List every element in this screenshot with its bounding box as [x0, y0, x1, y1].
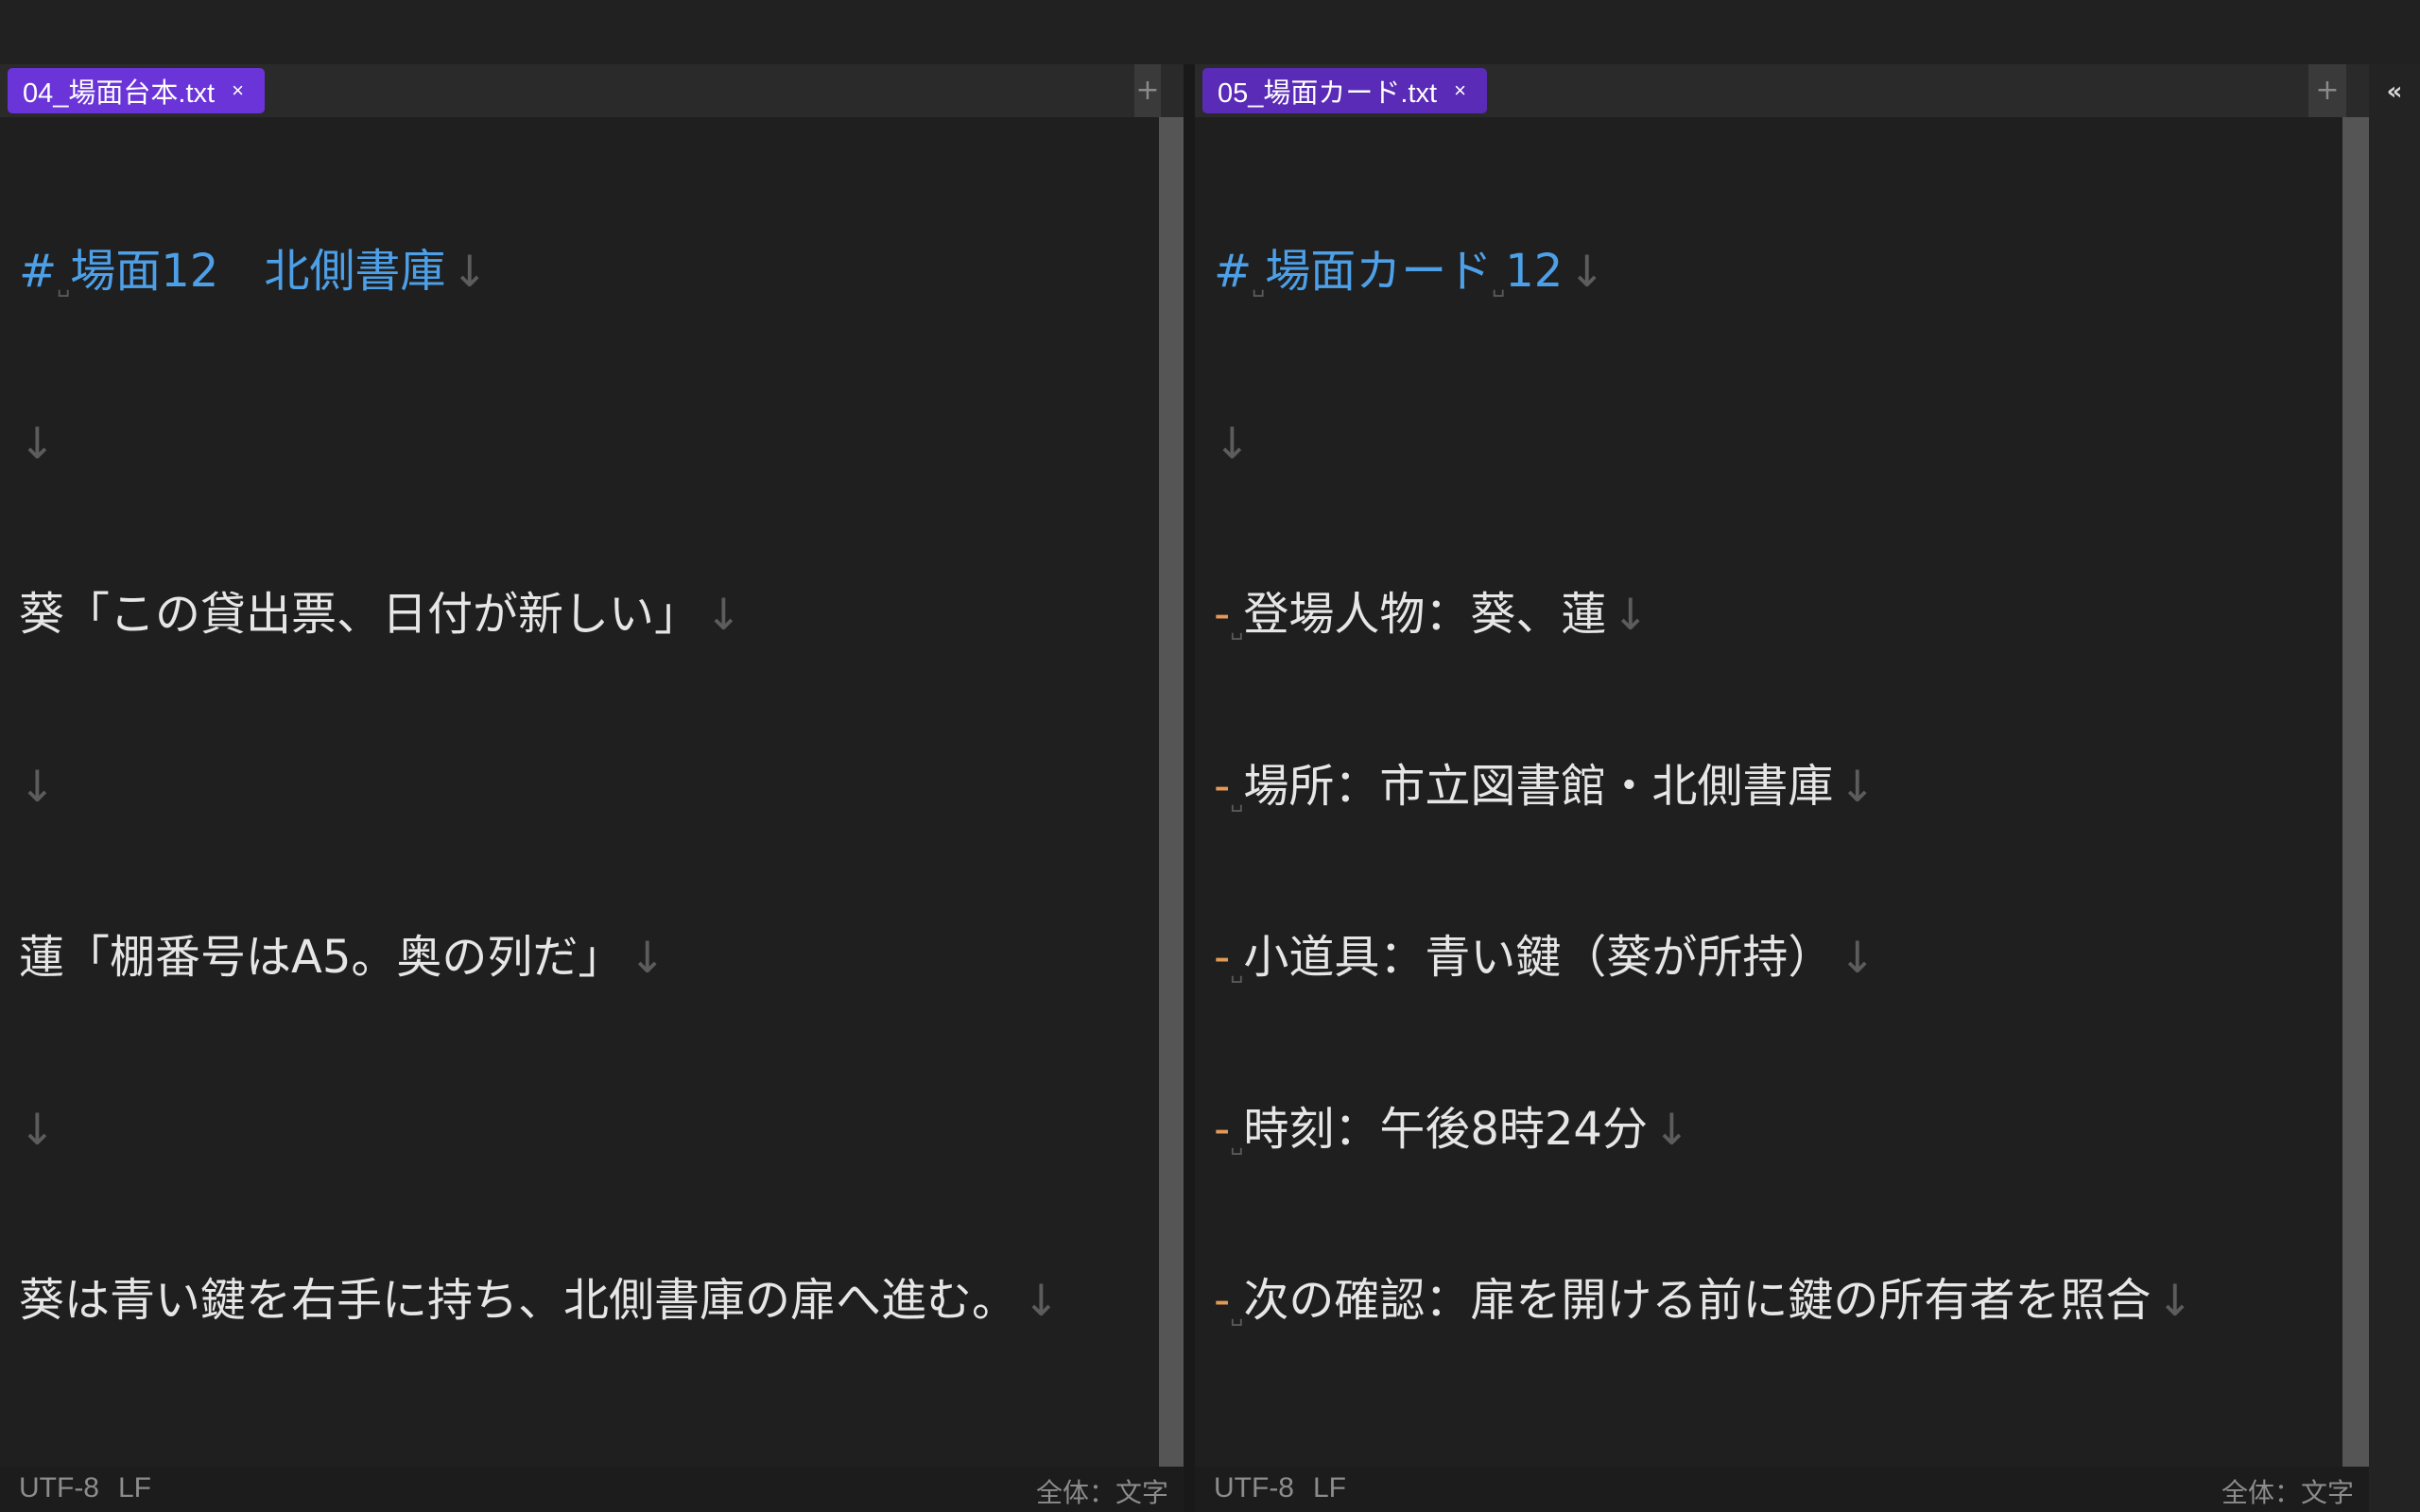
right-side-rail: [2369, 64, 2420, 1512]
space-marker-icon: ␣: [1252, 274, 1266, 298]
status-bar-left: UTF-8 LF 全体：文字: [0, 1467, 1184, 1512]
space-marker-icon: ␣: [1230, 788, 1244, 813]
space-marker-icon: ␣: [1230, 960, 1244, 984]
editor-line: ↓: [1214, 415, 2331, 472]
tab-bar-right: 05_場面カード.txt × +: [1195, 64, 2369, 117]
newline-mark-icon: ↓: [705, 589, 742, 640]
line-text: 蓮「棚番号はA5。奥の列だ」: [19, 931, 624, 984]
newline-mark-icon: ↓: [19, 1103, 56, 1155]
editor-line: #␣場面カード␣12 ↓: [1214, 243, 2331, 301]
bullet-dash: -: [1214, 1274, 1231, 1327]
heading-text: 場面12: [70, 245, 219, 298]
space-marker-icon: ␣: [57, 274, 71, 298]
add-tab-button[interactable]: +: [2308, 64, 2346, 117]
editor-line: -␣小道具：青い鍵（葵が所持） ↓: [1214, 929, 2331, 987]
text-editor-left[interactable]: #␣場面12 北側書庫 ↓ ↓ 葵「この貸出票、日付が新しい」 ↓ ↓ 蓮「棚番号はA…: [19, 117, 1146, 1478]
space-marker-icon: ␣: [1230, 1303, 1244, 1327]
line-text: 葵「この貸出票、日付が新しい」: [19, 588, 700, 641]
editor-line: 蓮「棚番号はA5。奥の列だ」 ↓: [19, 929, 1146, 987]
window-top-bar: [0, 0, 2420, 64]
close-icon[interactable]: ×: [1454, 78, 1466, 103]
markdown-hash: #: [19, 245, 58, 298]
editor-pane-right: 05_場面カード.txt × + #␣場面カード␣12 ↓ ↓ -␣登場人物：葵、…: [1195, 64, 2369, 1512]
vertical-scrollbar-left[interactable]: [1159, 117, 1184, 1467]
editor-line: -␣時刻：午後8時24分 ↓: [1214, 1101, 2331, 1159]
editor-line: -␣次の確認：扉を開ける前に鍵の所有者を照合 ↓: [1214, 1272, 2331, 1330]
heading-text: 12: [1505, 245, 1564, 298]
editor-line: -␣登場人物：葵、蓮 ↓: [1214, 586, 2331, 644]
newline-mark-icon: ↓: [1214, 417, 1251, 469]
bullet-text: 小道具：青い鍵（葵が所持）: [1243, 931, 1834, 984]
bullet-text: 登場人物：葵、蓮: [1243, 588, 1607, 641]
newline-mark-icon: ↓: [19, 417, 56, 469]
newline-mark-icon: ↓: [451, 246, 488, 297]
tab-05-scene-card[interactable]: 05_場面カード.txt ×: [1202, 68, 1487, 113]
newline-mark-icon: ↓: [1839, 932, 1876, 983]
character-count[interactable]: 全体：文字: [2221, 1472, 2354, 1510]
heading-text: 北側書庫: [264, 245, 446, 298]
editor-line: ↓: [19, 415, 1146, 472]
tab-label: 05_場面カード.txt: [1218, 78, 1438, 109]
vertical-scrollbar-right[interactable]: [2342, 117, 2369, 1467]
bullet-dash: -: [1214, 931, 1231, 984]
collapse-panel-icon[interactable]: «: [2378, 76, 2411, 108]
editor-line: 葵「この貸出票、日付が新しい」 ↓: [19, 586, 1146, 644]
markdown-hash: #: [1214, 245, 1253, 298]
line-ending-indicator[interactable]: LF: [1313, 1472, 1346, 1503]
bullet-dash: -: [1214, 759, 1231, 813]
newline-mark-icon: ↓: [1612, 589, 1649, 640]
space-marker-icon: ␣: [1492, 274, 1506, 298]
heading-text: 場面カード: [1265, 245, 1493, 298]
encoding-indicator[interactable]: UTF-8: [1214, 1472, 1294, 1503]
status-bar-right: UTF-8 LF 全体：文字: [1195, 1467, 2369, 1512]
bullet-text: 時刻：午後8時24分: [1243, 1102, 1648, 1156]
newline-mark-icon: ↓: [2156, 1275, 2193, 1326]
pane-splitter[interactable]: [1184, 64, 1195, 1512]
newline-mark-icon: ↓: [1839, 760, 1876, 812]
bullet-text: 次の確認：扉を開ける前に鍵の所有者を照合: [1243, 1274, 2152, 1327]
bullet-dash: -: [1214, 588, 1231, 641]
tab-bar-left: 04_場面台本.txt × +: [0, 64, 1184, 117]
editor-line: 葵は青い鍵を右手に持ち、北側書庫の扉へ進む。 ↓: [19, 1272, 1146, 1330]
bullet-text: 場所：市立図書館・北側書庫: [1243, 759, 1834, 813]
line-ending-indicator[interactable]: LF: [118, 1472, 151, 1503]
add-tab-button[interactable]: +: [1134, 64, 1161, 117]
newline-mark-icon: ↓: [19, 760, 56, 812]
text-editor-right[interactable]: #␣場面カード␣12 ↓ ↓ -␣登場人物：葵、蓮 ↓ -␣場所：市立図書館・北側書…: [1214, 117, 2331, 1478]
editor-line: ↓: [19, 758, 1146, 816]
editor-line: -␣場所：市立図書館・北側書庫 ↓: [1214, 758, 2331, 816]
editor-line: ↓: [19, 1101, 1146, 1159]
space-marker-icon: ␣: [1230, 617, 1244, 641]
newline-mark-icon: ↓: [629, 932, 666, 983]
encoding-indicator[interactable]: UTF-8: [19, 1472, 99, 1503]
close-icon[interactable]: ×: [232, 78, 244, 103]
newline-mark-icon: ↓: [1652, 1103, 1690, 1155]
bullet-dash: -: [1214, 1102, 1231, 1156]
editor-line: #␣場面12 北側書庫 ↓: [19, 243, 1146, 301]
space-marker-icon: ␣: [1230, 1131, 1244, 1156]
newline-mark-icon: ↓: [1023, 1275, 1060, 1326]
line-text: 葵は青い鍵を右手に持ち、北側書庫の扉へ進む。: [19, 1274, 1018, 1327]
tab-04-scene-script[interactable]: 04_場面台本.txt ×: [8, 68, 265, 113]
tab-label: 04_場面台本.txt: [23, 78, 216, 109]
editor-pane-left: 04_場面台本.txt × + #␣場面12 北側書庫 ↓ ↓ 葵「この貸出票、日付…: [0, 64, 1184, 1512]
newline-mark-icon: ↓: [1568, 246, 1605, 297]
character-count[interactable]: 全体：文字: [1036, 1472, 1168, 1510]
